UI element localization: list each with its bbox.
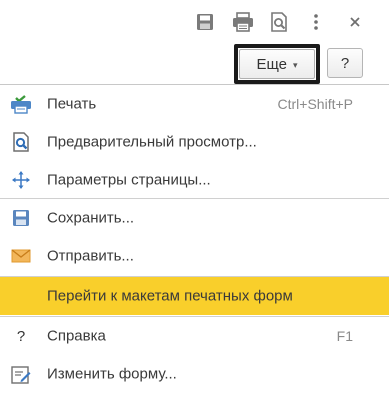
menu-item-save[interactable]: Сохранить... xyxy=(0,199,389,237)
help-button[interactable]: ? xyxy=(327,48,363,78)
menu-item-edit-form[interactable]: Изменить форму... xyxy=(0,355,389,393)
print-green-icon xyxy=(10,93,32,115)
more-button-label: Еще xyxy=(256,55,287,73)
save-icon[interactable] xyxy=(192,9,218,35)
print-icon[interactable] xyxy=(230,9,256,35)
more-menu-button[interactable]: Еще ▾ xyxy=(234,44,320,84)
more-vertical-icon[interactable] xyxy=(303,9,329,35)
menu-item-label: Перейти к макетам печатных форм xyxy=(47,287,293,305)
preview-icon xyxy=(10,131,32,153)
menu-item-send[interactable]: Отправить... xyxy=(0,237,389,275)
menu-item-page-settings[interactable]: Параметры страницы... xyxy=(0,161,389,199)
menu-item-shortcut: F1 xyxy=(336,328,353,344)
menu-item-label: Печать xyxy=(47,95,97,113)
menu-item-label: Сохранить... xyxy=(47,209,135,227)
menu-item-help[interactable]: ? Справка F1 xyxy=(0,317,389,355)
menu-item-shortcut: Ctrl+Shift+P xyxy=(277,96,353,112)
page-settings-icon xyxy=(10,169,32,191)
menu-item-go-to-print-templates[interactable]: Перейти к макетам печатных форм xyxy=(0,277,389,315)
menu-item-label: Параметры страницы... xyxy=(47,171,211,189)
menu-item-label: Справка xyxy=(47,327,106,345)
preview-icon[interactable] xyxy=(266,9,292,35)
menu-item-preview[interactable]: Предварительный просмотр... xyxy=(0,123,389,161)
close-icon[interactable] xyxy=(342,9,368,35)
menu-item-label: Предварительный просмотр... xyxy=(47,133,257,151)
edit-form-icon xyxy=(10,363,32,385)
help-button-label: ? xyxy=(340,54,350,72)
menu-item-label: Изменить форму... xyxy=(47,365,177,383)
save-icon xyxy=(10,207,32,229)
help-glyph: ? xyxy=(16,327,26,345)
menu-item-print[interactable]: Печать Ctrl+Shift+P xyxy=(0,85,389,123)
more-dropdown-menu: Печать Ctrl+Shift+P Предварительный прос… xyxy=(0,84,389,387)
chevron-down-icon: ▾ xyxy=(293,59,298,70)
mail-icon xyxy=(10,245,32,267)
menu-item-label: Отправить... xyxy=(47,247,134,265)
help-icon: ? xyxy=(10,325,32,347)
